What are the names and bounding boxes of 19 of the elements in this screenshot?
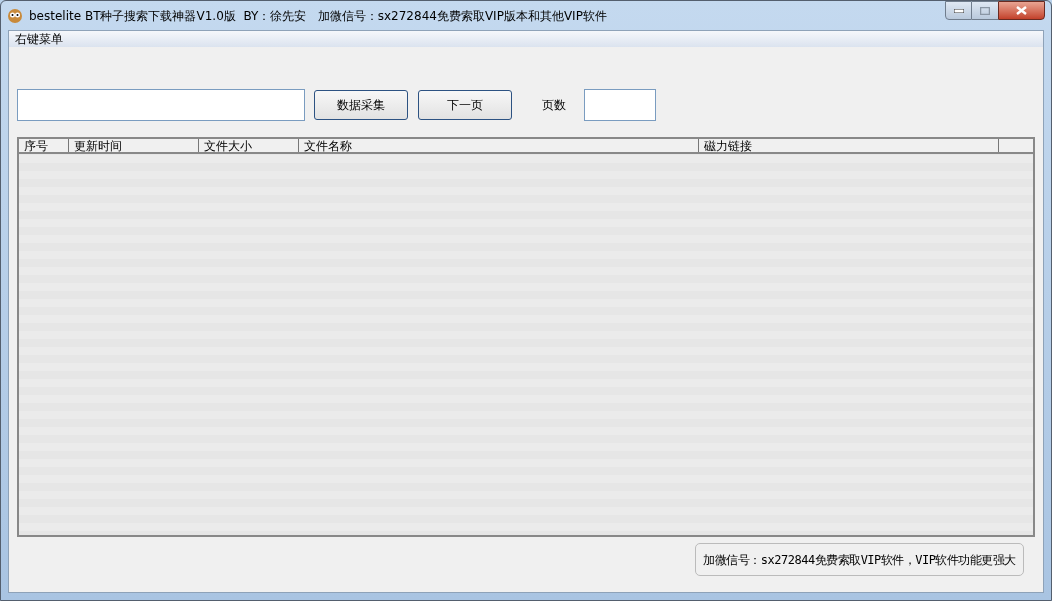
close-icon [1016,6,1027,15]
column-header[interactable]: 磁力链接 [699,139,999,152]
window-title: bestelite BT种子搜索下载神器V1.0版 BY：徐先安 加微信号：sx272844免费索取VIP版本和其他VIP软件 [29,7,607,25]
menu-item[interactable]: 右键菜单 [15,30,63,48]
close-button[interactable] [998,1,1045,20]
page-count-label: 页数 [542,97,566,114]
search-field[interactable] [17,89,305,121]
column-header[interactable]: 文件大小 [199,139,299,152]
page-count-field[interactable] [584,89,656,121]
collect-button[interactable]: 数据采集 [314,90,408,120]
promo-notice: 加微信号：sx272844免费索取VIP软件，VIP软件功能更强大 [695,543,1024,576]
column-header[interactable]: 序号 [19,139,69,152]
maximize-icon [980,6,990,15]
column-header[interactable]: 文件名称 [299,139,699,152]
maximize-button[interactable] [972,1,998,20]
minimize-icon [953,8,964,13]
next-page-button[interactable]: 下一页 [418,90,512,120]
minimize-button[interactable] [945,1,972,20]
column-header[interactable]: 更新时间 [69,139,199,152]
